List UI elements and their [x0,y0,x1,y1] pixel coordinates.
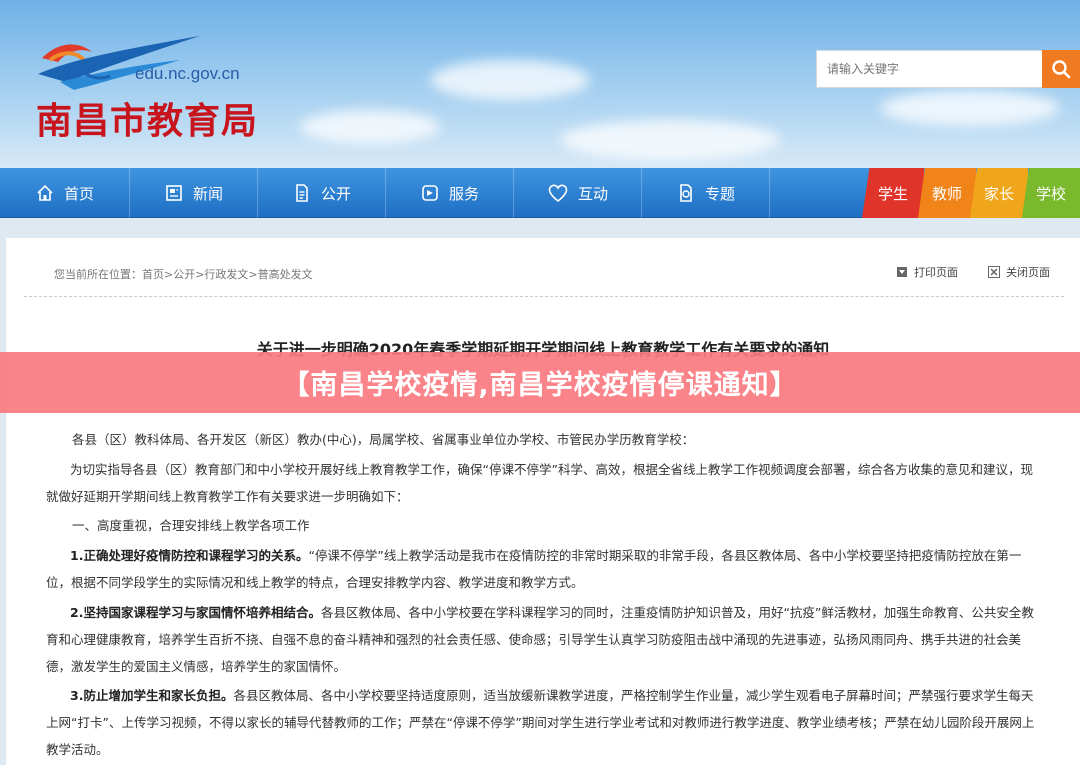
doc-salutation: 各县（区）教科体局、各开发区（新区）教办(中心)，局属学校、省属事业单位办学校、… [72,432,695,447]
doc-section-heading: 一、高度重视，合理安排线上教学各项工作 [72,518,310,533]
doc-item-3-heading: 3.防止增加学生和家长负担。 [70,688,234,703]
close-icon [988,266,1000,278]
search-icon [1052,60,1071,79]
headline-banner: 【南昌学校疫情,南昌学校疫情停课通知】 [0,352,1080,413]
nav-item-label: 新闻 [192,184,223,203]
site-header: edu.nc.gov.cn 南昌市教育局 [0,0,1080,168]
print-page-label: 打印页面 [914,266,958,279]
nav-item-label: 首页 [63,184,94,203]
breadcrumb-prefix: 您当前所在位置： [54,268,142,281]
home-icon [37,184,53,201]
doc-intro: 为切实指导各县（区）教育部门和中小学校开展好线上教育教学工作，确保“停课不停学”… [46,462,1033,504]
doc-item-3: 3.防止增加学生和家长负担。各县区教体局、各中小学校要坚持适度原则，适当放缓新课… [46,682,1042,763]
nav-item-interact[interactable]: 互动 [514,168,642,218]
role-tab-parent[interactable]: 家长 [970,168,1028,218]
nav-item-label: 专题 [704,184,735,203]
main-nav: 首页 新闻 公开 服务 互动 专题 学生 教师 家长 学校 [0,168,1080,218]
search-input[interactable] [816,50,1042,88]
nav-item-home[interactable]: 首页 [0,168,130,218]
cloud-decoration [560,120,780,160]
heart-icon [548,184,568,203]
search-button[interactable] [1042,50,1080,88]
role-tab-teacher[interactable]: 教师 [918,168,976,218]
logo-title: 南昌市教育局 [36,101,259,142]
role-tabs: 学生 教师 家长 学校 [862,168,1080,218]
nav-item-public[interactable]: 公开 [258,168,386,218]
nav-item-label: 公开 [320,184,351,203]
article-panel: 您当前所在位置：首页>公开>行政发文>普高处发文 打印页面 关闭页面 关于进一步… [6,238,1080,765]
logo-domain: edu.nc.gov.cn [135,64,240,83]
nav-item-label: 互动 [577,184,608,203]
page-tools: 打印页面 关闭页面 [896,264,1050,280]
print-page-button[interactable]: 打印页面 [896,264,958,280]
role-tab-school[interactable]: 学校 [1022,168,1080,218]
nav-item-service[interactable]: 服务 [386,168,514,218]
nav-item-label: 服务 [448,184,479,203]
nav-item-topic[interactable]: 专题 [642,168,770,218]
cloud-decoration [430,60,590,100]
cloud-decoration [880,90,1060,126]
divider [24,296,1064,297]
breadcrumb: 您当前所在位置：首页>公开>行政发文>普高处发文 [54,266,313,282]
doc-item-2: 2.坚持国家课程学习与家国情怀培养相结合。各县区教体局、各中小学校要在学科课程学… [46,599,1042,680]
doc-item-1-heading: 1.正确处理好疫情防控和课程学习的关系。 [70,548,309,563]
breadcrumb-path[interactable]: 首页>公开>行政发文>普高处发文 [142,268,313,281]
search-bar [816,50,1080,88]
doc-item-2-heading: 2.坚持国家课程学习与家国情怀培养相结合。 [70,605,321,620]
service-icon [422,185,438,201]
doc-item-1: 1.正确处理好疫情防控和课程学习的关系。“停课不停学”线上教学活动是我市在疫情防… [46,542,1042,596]
print-icon [897,267,907,277]
role-tab-student[interactable]: 学生 [862,168,924,218]
close-page-button[interactable]: 关闭页面 [988,264,1050,280]
banner-text: 【南昌学校疫情,南昌学校疫情停课通知】 [282,370,798,401]
nav-item-news[interactable]: 新闻 [130,168,258,218]
document-icon [296,184,308,202]
news-icon [166,185,182,201]
close-page-label: 关闭页面 [1006,266,1050,279]
site-logo[interactable]: edu.nc.gov.cn 南昌市教育局 [30,30,330,142]
topic-icon [680,184,692,202]
